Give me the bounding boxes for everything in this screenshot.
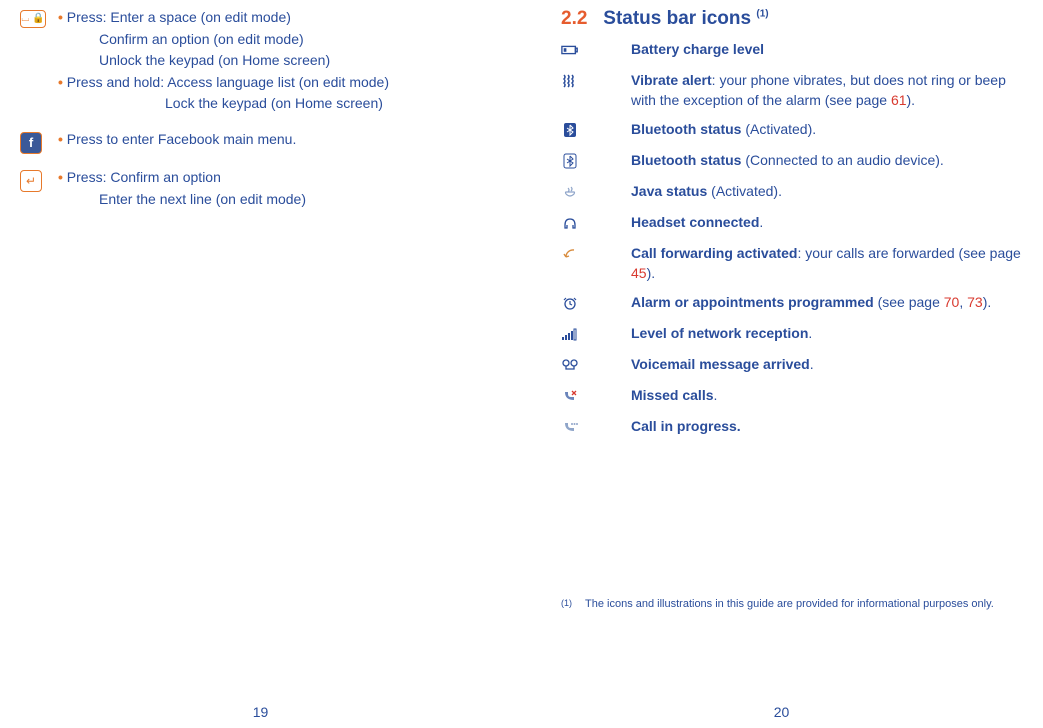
status-title: Headset connected (631, 214, 759, 230)
status-row-headset: Headset connected. (561, 213, 1022, 234)
bluetooth-audio-icon (561, 153, 579, 169)
keypad-space-block: ⌴ 🔒 • Press: Enter a space (on edit mode… (20, 8, 501, 116)
status-desc: ). (647, 265, 656, 281)
text: • Press: Confirm an option (58, 168, 501, 188)
status-row-bluetooth-audio: Bluetooth status (Connected to an audio … (561, 151, 1022, 172)
bluetooth-icon (561, 122, 579, 138)
call-forward-icon (561, 246, 579, 262)
page-ref: 73 (967, 294, 983, 310)
status-title: Call in progress. (631, 418, 741, 434)
page-ref: 70 (944, 294, 960, 310)
status-title: Call forwarding activated (631, 245, 797, 261)
status-row-vibrate: Vibrate alert: your phone vibrates, but … (561, 71, 1022, 110)
voicemail-icon (561, 357, 579, 373)
status-row-signal: Level of network reception. (561, 324, 1022, 345)
status-title: Java status (631, 183, 707, 199)
status-row-call-progress: Call in progress. (561, 417, 1022, 438)
status-desc: . (714, 387, 718, 403)
status-desc: : your calls are forwarded (see page (797, 245, 1020, 261)
missed-call-icon (561, 388, 579, 404)
java-icon (561, 184, 579, 200)
space-key-icon: ⌴ 🔒 (20, 10, 46, 28)
status-row-missed-calls: Missed calls. (561, 386, 1022, 407)
page-20: 2.2 Status bar icons (1) Battery charge … (521, 0, 1042, 728)
battery-icon (561, 42, 579, 58)
page-ref: 45 (631, 265, 647, 281)
status-row-battery: Battery charge level (561, 40, 1022, 61)
text: Unlock the keypad (on Home screen) (58, 51, 501, 71)
status-desc: . (808, 325, 812, 341)
text: Lock the keypad (on Home screen) (58, 94, 501, 114)
status-title: Vibrate alert (631, 72, 712, 88)
status-title: Level of network reception (631, 325, 808, 341)
footnote: (1) The icons and illustrations in this … (561, 598, 1022, 610)
alarm-icon (561, 295, 579, 311)
status-title: Bluetooth status (631, 121, 741, 137)
call-progress-icon (561, 419, 579, 435)
page-number: 19 (253, 704, 269, 720)
status-desc: (Activated). (741, 121, 816, 137)
signal-icon (561, 326, 579, 342)
enter-key-block: • Press: Confirm an option Enter the nex… (20, 168, 501, 211)
status-desc: (see page (874, 294, 944, 310)
text: , (959, 294, 967, 310)
facebook-block: • Press to enter Facebook main menu. (20, 130, 501, 154)
status-row-alarm: Alarm or appointments programmed (see pa… (561, 293, 1022, 314)
status-row-call-forward: Call forwarding activated: your calls ar… (561, 244, 1022, 283)
page-number: 20 (774, 704, 790, 720)
page-ref: 61 (891, 92, 907, 108)
status-row-java: Java status (Activated). (561, 182, 1022, 203)
text: Confirm an option (on edit mode) (58, 30, 501, 50)
manual-spread: ⌴ 🔒 • Press: Enter a space (on edit mode… (0, 0, 1043, 728)
status-desc: . (810, 356, 814, 372)
text: • Press to enter Facebook main menu. (58, 130, 501, 150)
status-desc: ). (907, 92, 916, 108)
vibrate-icon (561, 73, 579, 89)
facebook-key-icon (20, 132, 42, 154)
text: • Press: Enter a space (on edit mode) (58, 8, 501, 28)
section-heading: 2.2 Status bar icons (1) (561, 8, 1022, 30)
status-title: Missed calls (631, 387, 714, 403)
page-19: ⌴ 🔒 • Press: Enter a space (on edit mode… (0, 0, 521, 728)
text: Enter the next line (on edit mode) (58, 190, 501, 210)
status-title: Battery charge level (631, 41, 764, 57)
status-title: Alarm or appointments programmed (631, 294, 874, 310)
status-title: Voicemail message arrived (631, 356, 810, 372)
headset-icon (561, 215, 579, 231)
status-desc: . (759, 214, 763, 230)
status-desc: (Activated). (707, 183, 782, 199)
enter-key-icon (20, 170, 42, 192)
text: • Press and hold: Access language list (… (58, 73, 501, 93)
status-desc: (Connected to an audio device). (741, 152, 943, 168)
status-desc: ). (983, 294, 992, 310)
status-row-voicemail: Voicemail message arrived. (561, 355, 1022, 376)
status-title: Bluetooth status (631, 152, 741, 168)
status-row-bluetooth: Bluetooth status (Activated). (561, 120, 1022, 141)
